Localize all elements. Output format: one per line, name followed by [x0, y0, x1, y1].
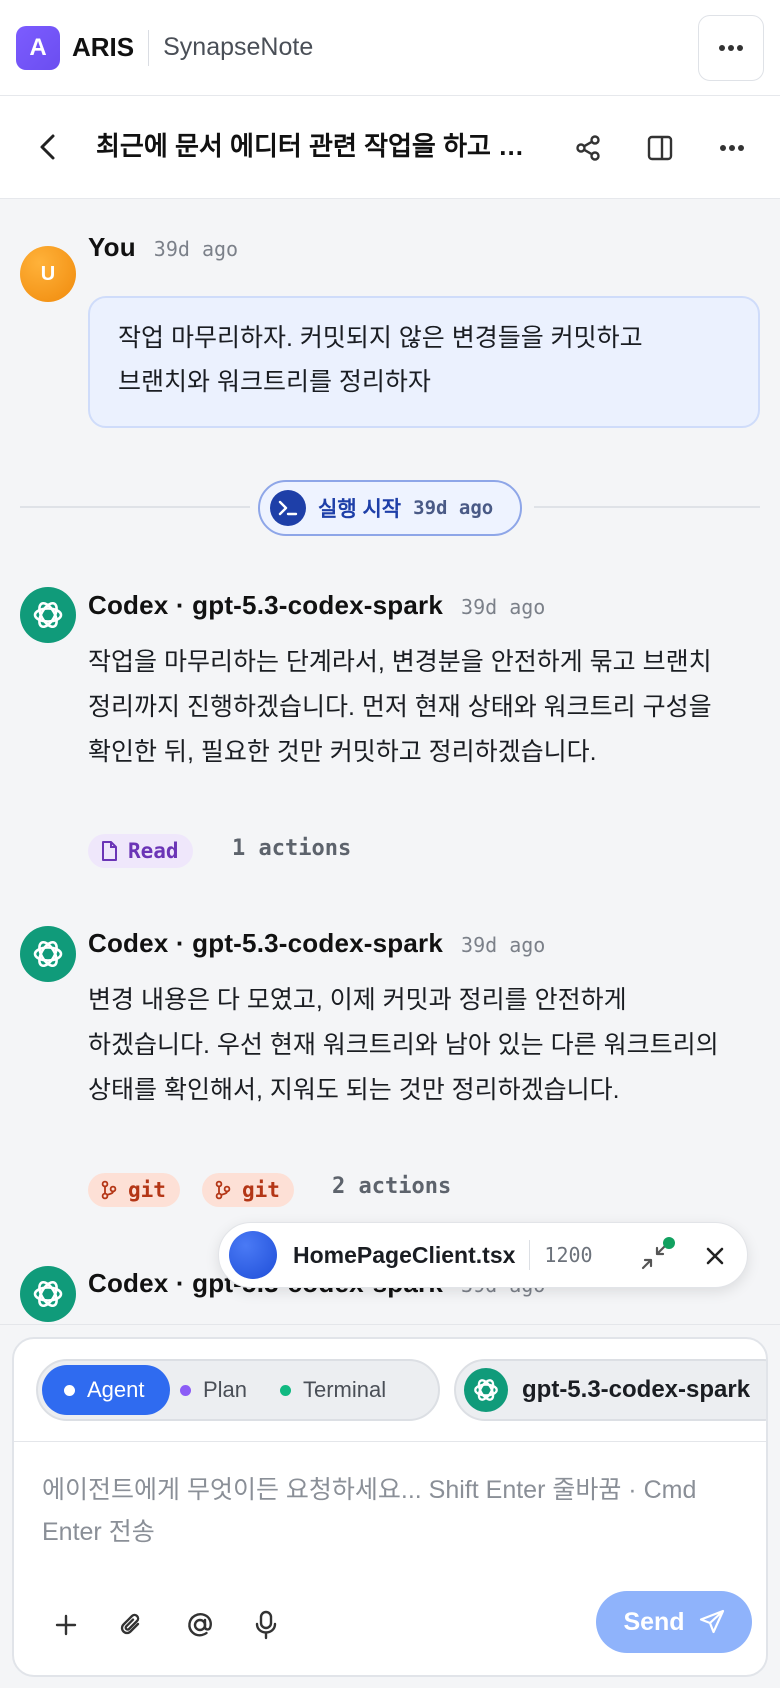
message-line: 변경 내용은 다 모였고, 이제 커밋과 정리를 안전하게	[88, 986, 627, 1014]
git-branch-icon	[101, 1180, 117, 1200]
message-time: 39d ago	[461, 595, 546, 619]
at-sign-icon	[188, 1613, 212, 1637]
execution-time: 39d ago	[413, 497, 494, 519]
mode-label: Terminal	[303, 1377, 387, 1402]
mode-plan[interactable]: Plan	[180, 1365, 270, 1415]
attach-button[interactable]	[112, 1605, 152, 1645]
message-line: 작업을 마무리하는 단계라서, 변경분을 안전하게 묶고 브랜치	[88, 648, 712, 676]
share-icon	[576, 135, 600, 161]
assistant-message-body: 변경 내용은 다 모였고, 이제 커밋과 정리를 안전하게 하겠습니다. 우선 …	[88, 978, 758, 1113]
send-button[interactable]: Send	[596, 1591, 752, 1653]
toggle-panel-button[interactable]	[638, 126, 682, 170]
openai-icon	[33, 1280, 63, 1308]
message-author: Codex · gpt-5.3-codex-spark	[88, 590, 444, 620]
mention-button[interactable]	[180, 1605, 220, 1645]
message-header: Codex · gpt-5.3-codex-spark 39d ago	[88, 928, 545, 959]
user-avatar: U	[20, 246, 76, 302]
divider	[148, 29, 150, 66]
mode-selector: Agent Plan Terminal	[36, 1359, 440, 1421]
codex-avatar	[20, 1266, 76, 1322]
message-input[interactable]: 에이전트에게 무엇이든 요청하세요... Shift Enter 줄바꿈 · C…	[42, 1469, 702, 1553]
more-horizontal-icon	[720, 145, 744, 151]
mode-dot	[180, 1384, 191, 1396]
mode-label: Plan	[203, 1377, 248, 1402]
tag-label: Read	[128, 839, 179, 863]
assistant-message-body: 작업을 마무리하는 단계라서, 변경분을 안전하게 묶고 브랜치 정리까지 진행…	[88, 640, 758, 775]
app-name: ARIS	[72, 32, 135, 62]
message-line: 작업 마무리하자. 커밋되지 않은 변경들을 커밋하고	[118, 324, 643, 352]
close-icon	[706, 1247, 724, 1265]
tag-label: git	[128, 1178, 166, 1202]
openai-icon	[33, 601, 63, 629]
mode-dot	[64, 1384, 75, 1396]
file-icon	[102, 841, 117, 861]
more-horizontal-icon	[719, 45, 743, 51]
send-label: Send	[623, 1607, 685, 1636]
user-message-bubble: 작업 마무리하자. 커밋되지 않은 변경들을 커밋하고 브랜치와 워크트리를 정…	[88, 296, 760, 428]
tag-label: git	[242, 1178, 280, 1202]
mode-terminal[interactable]: Terminal	[280, 1365, 430, 1415]
message-author: Codex · gpt-5.3-codex-spark	[88, 928, 444, 958]
back-button[interactable]	[32, 130, 62, 164]
message-author: You	[88, 232, 136, 262]
send-icon	[699, 1609, 724, 1634]
actions-count[interactable]: 1 actions	[232, 836, 351, 861]
tool-tag-git[interactable]: git	[202, 1173, 294, 1207]
message-time: 39d ago	[153, 237, 239, 261]
chat-thread[interactable]: U You 39d ago 작업 마무리하자. 커밋되지 않은 변경들을 커밋하…	[0, 200, 780, 1324]
openai-icon	[464, 1368, 508, 1412]
divider	[20, 506, 250, 508]
file-count: 1200	[544, 1243, 593, 1267]
chevron-left-icon	[40, 134, 55, 160]
online-dot	[663, 1237, 675, 1249]
composer: Agent Plan Terminal gpt-5.3-codex-spark …	[12, 1337, 768, 1677]
sidebar-panel-icon	[647, 135, 673, 161]
message-header: You 39d ago	[88, 232, 238, 263]
mode-label: Agent	[87, 1377, 145, 1402]
git-branch-icon	[215, 1180, 231, 1200]
mode-agent[interactable]: Agent	[42, 1365, 170, 1415]
openai-icon	[33, 940, 63, 968]
app-bar: A ARIS SynapseNote	[0, 0, 780, 96]
message-line: 브랜치와 워크트리를 정리하자	[118, 368, 431, 396]
codex-avatar	[20, 926, 76, 982]
actions-count[interactable]: 2 actions	[332, 1174, 451, 1199]
model-name: gpt-5.3-codex-spark	[522, 1376, 751, 1403]
message-line: 하겠습니다. 우선 현재 워크트리와 남아 있는 다른 워크트리의	[88, 1031, 719, 1059]
active-file-chip[interactable]: HomePageClient.tsx 1200	[218, 1222, 748, 1288]
file-status-indicator	[229, 1231, 277, 1279]
execution-label: 실행 시작	[318, 498, 402, 521]
message-header: Codex · gpt-5.3-codex-spark 39d ago	[88, 590, 545, 621]
share-button[interactable]	[566, 126, 610, 170]
message-line: 확인한 뒤, 필요한 것만 커밋하고 정리하겠습니다.	[88, 738, 597, 766]
plus-icon	[55, 1614, 77, 1636]
message-line: 정리까지 진행하겠습니다. 먼저 현재 상태와 워크트리 구성을	[88, 693, 712, 721]
thread-title: 최근에 문서 에디터 관련 작업을 하고 메모리 최적화 작업을 진행했는데	[96, 131, 546, 161]
message-line: 상태를 확인해서, 지워도 되는 것만 정리하겠습니다.	[88, 1076, 620, 1104]
execution-start-pill[interactable]: 실행 시작 39d ago	[258, 480, 522, 536]
divider	[529, 1240, 531, 1270]
message-time: 39d ago	[461, 933, 546, 957]
app-logo[interactable]: A	[16, 25, 60, 70]
tool-tag-read[interactable]: Read	[88, 834, 193, 868]
workspace-name[interactable]: SynapseNote	[163, 33, 313, 62]
add-button[interactable]	[46, 1605, 86, 1645]
file-name: HomePageClient.tsx	[293, 1241, 516, 1268]
voice-button[interactable]	[246, 1605, 286, 1645]
divider	[14, 1441, 766, 1442]
codex-avatar	[20, 587, 76, 643]
composer-area: Agent Plan Terminal gpt-5.3-codex-spark …	[0, 1324, 780, 1688]
terminal-icon	[270, 490, 306, 526]
divider	[534, 506, 760, 508]
paperclip-icon	[120, 1613, 140, 1635]
microphone-icon	[255, 1610, 277, 1640]
tool-tag-git[interactable]: git	[88, 1173, 180, 1207]
thread-header: 최근에 문서 에디터 관련 작업을 하고 메모리 최적화 작업을 진행했는데	[0, 96, 780, 199]
thread-more-button[interactable]	[710, 126, 754, 170]
close-file-button[interactable]	[701, 1242, 729, 1270]
model-selector[interactable]: gpt-5.3-codex-spark	[454, 1359, 766, 1421]
mode-dot	[280, 1384, 291, 1396]
app-menu-button[interactable]	[698, 15, 764, 81]
